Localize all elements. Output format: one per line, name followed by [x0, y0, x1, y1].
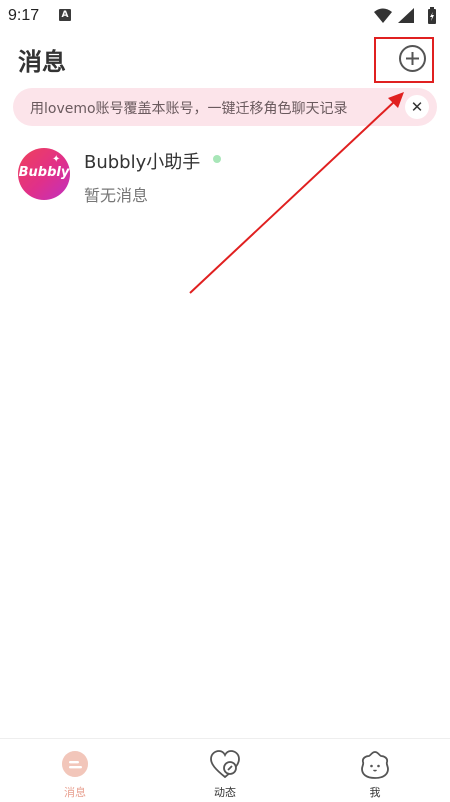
moments-icon [210, 750, 240, 779]
nav-item-messages[interactable]: 消息 [0, 739, 150, 802]
bottom-nav: 消息 动态 我 [0, 738, 450, 802]
avatar: ✦ Bubbly [18, 148, 70, 200]
chat-preview: 暂无消息 [84, 186, 149, 205]
avatar-logo-text: Bubbly [18, 165, 70, 180]
close-icon[interactable]: ✕ [405, 95, 429, 119]
nav-item-moments[interactable]: 动态 [150, 739, 300, 802]
plus-icon [406, 52, 419, 65]
migration-banner[interactable]: 用lovemo账号覆盖本账号，一键迁移角色聊天记录 ✕ [13, 88, 437, 126]
chat-name: Bubbly小助手 [84, 152, 201, 173]
status-bar: 9:17 A [0, 0, 450, 32]
status-time: 9:17 [8, 7, 40, 24]
nav-label-moments: 动态 [214, 786, 236, 799]
message-icon [62, 751, 88, 777]
status-icons [372, 6, 442, 26]
notification-a-icon: A [59, 9, 71, 21]
profile-icon [361, 751, 389, 779]
signal-icon [398, 8, 414, 23]
online-status-dot [213, 155, 221, 163]
battery-icon [428, 7, 436, 24]
wifi-icon [374, 8, 392, 23]
add-button[interactable] [399, 45, 426, 72]
page-title: 消息 [18, 48, 66, 76]
nav-item-profile[interactable]: 我 [300, 739, 450, 802]
nav-label-messages: 消息 [64, 786, 86, 799]
banner-text: 用lovemo账号覆盖本账号，一键迁移角色聊天记录 [30, 101, 348, 117]
header: 消息 [0, 36, 450, 84]
sparkle-icon: ✦ [52, 154, 61, 165]
nav-label-profile: 我 [369, 786, 381, 799]
chat-list-item[interactable]: ✦ Bubbly Bubbly小助手 暂无消息 [0, 142, 450, 212]
